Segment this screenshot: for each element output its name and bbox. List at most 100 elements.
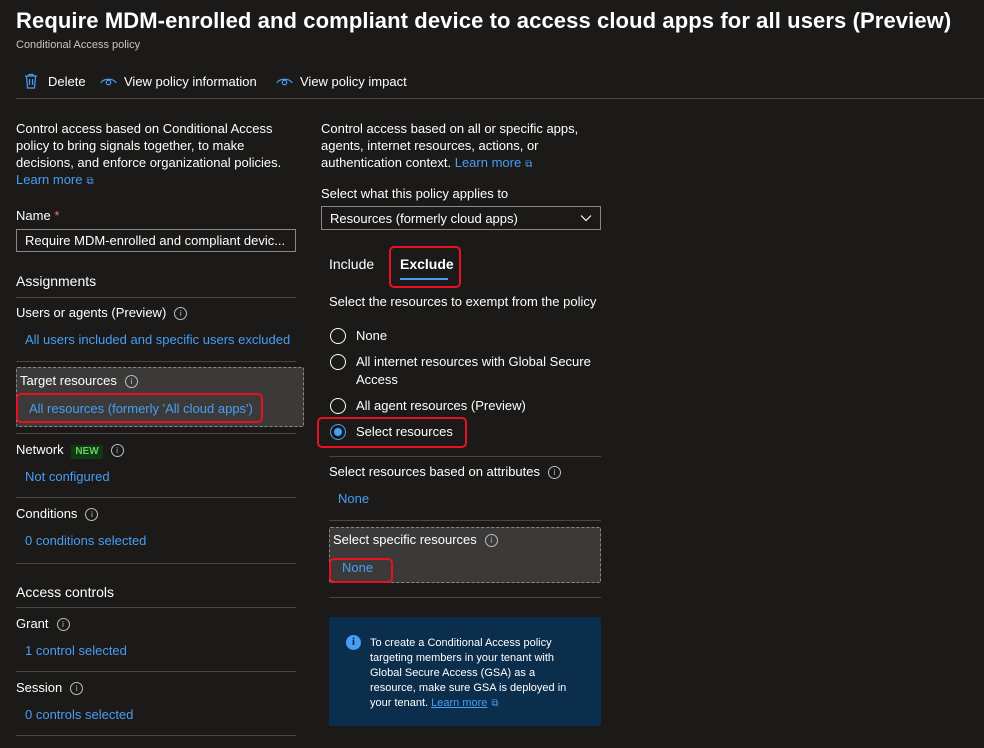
divider (16, 671, 296, 672)
tab-include[interactable]: Include (329, 256, 374, 272)
toolbar-divider (16, 98, 984, 99)
radio-select-label: Select resources (356, 424, 453, 439)
divider (329, 456, 601, 457)
resources-description: Control access based on all or specific … (321, 120, 586, 173)
conditions-label-text: Conditions (16, 506, 78, 521)
applies-to-label: Select what this policy applies to (321, 186, 509, 201)
exempt-label: Select the resources to exempt from the … (329, 294, 597, 309)
network-label-text: Network (16, 442, 64, 457)
info-icon: i (174, 307, 188, 320)
new-badge: NEW (71, 445, 103, 459)
divider (329, 597, 601, 598)
info-icon: i (548, 466, 562, 479)
divider (16, 433, 296, 434)
divider (329, 520, 601, 521)
attributes-label-text: Select resources based on attributes (329, 464, 541, 479)
radio-agent-label: All agent resources (Preview) (356, 398, 526, 413)
tab-exclude[interactable]: Exclude (400, 256, 454, 272)
applies-to-dropdown[interactable]: Resources (formerly cloud apps) (321, 206, 601, 230)
radio-internet-label-line1: All internet resources with Global Secur… (356, 354, 591, 369)
delete-label: Delete (48, 73, 86, 89)
users-section-label: Users or agents (Preview) i (16, 305, 188, 320)
tab-exclude-underline (400, 278, 448, 280)
access-controls-heading: Access controls (16, 584, 115, 600)
target-resources-link[interactable]: All resources (formerly 'All cloud apps'… (29, 401, 253, 416)
external-link-icon: ⧉ (491, 698, 499, 709)
view-policy-information-button[interactable]: View policy information (100, 71, 257, 91)
info-icon: i (56, 618, 70, 631)
specific-resources-label: Select specific resources i (333, 532, 498, 547)
info-line-3: Global Secure Access (GSA) as a (370, 667, 536, 679)
policy-description-text: Control access based on Conditional Acce… (16, 121, 282, 170)
right-learn-more-link[interactable]: Learn more ⧉ (455, 155, 533, 170)
eye-icon (100, 78, 117, 86)
right-learn-more-text: Learn more (454, 155, 522, 170)
left-learn-more-link[interactable]: Learn more ⧉ (16, 171, 94, 190)
page-title: Require MDM-enrolled and compliant devic… (16, 8, 952, 33)
radio-agent-resources[interactable] (330, 398, 346, 414)
info-icon: i (484, 534, 498, 547)
assignments-heading: Assignments (16, 273, 97, 289)
info-icon: i (110, 444, 124, 457)
radio-none[interactable] (330, 328, 346, 344)
view-policy-information-label: View policy information (124, 73, 257, 89)
divider (16, 563, 296, 564)
page-subtitle: Conditional Access policy (16, 39, 141, 51)
conditions-link[interactable]: 0 conditions selected (25, 533, 146, 548)
info-line-4: resource, make sure GSA is deployed in (370, 682, 567, 694)
delete-button[interactable]: Delete (24, 71, 86, 91)
info-icon: i (85, 508, 99, 521)
specific-resources-link[interactable]: None (342, 560, 373, 575)
info-line-5: your tenant. Learn more ⧉ (370, 696, 566, 711)
info-line-1: To create a Conditional Access policy (370, 637, 552, 649)
required-mark: * (54, 208, 60, 223)
applies-to-value: Resources (formerly cloud apps) (330, 210, 518, 226)
session-link[interactable]: 0 controls selected (25, 707, 133, 722)
divider (16, 297, 296, 298)
grant-label: Grant i (16, 616, 70, 631)
attributes-label: Select resources based on attributes i (329, 464, 562, 479)
resources-description-text: Control access based on all or specific … (321, 121, 579, 170)
name-label: Name * (16, 208, 59, 223)
external-link-icon: ⧉ (86, 176, 94, 187)
gsa-info-text: To create a Conditional Access policy ta… (370, 636, 566, 711)
network-label: Network NEW i (16, 442, 124, 459)
chevron-down-icon (580, 215, 592, 222)
eye-icon (276, 78, 293, 86)
users-selection-link[interactable]: All users included and specific users ex… (25, 332, 290, 347)
view-policy-impact-label: View policy impact (300, 73, 407, 89)
info-line-2: targeting members in your tenant with (370, 652, 555, 664)
divider (16, 497, 296, 498)
radio-none-label: None (356, 328, 388, 343)
target-resources-label: Target resources i (20, 373, 138, 388)
grant-label-text: Grant (16, 616, 49, 631)
conditions-label: Conditions i (16, 506, 99, 521)
divider (16, 735, 296, 736)
divider (16, 361, 296, 362)
info-icon: i (124, 375, 138, 388)
info-line-5-text: your tenant. (370, 697, 429, 709)
users-label-text: Users or agents (Preview) (16, 305, 167, 320)
view-policy-impact-button[interactable]: View policy impact (276, 71, 407, 91)
network-link[interactable]: Not configured (25, 469, 110, 484)
external-link-icon: ⧉ (525, 159, 533, 170)
name-field-value: Require MDM-enrolled and compliant devic… (25, 233, 286, 248)
target-label-text: Target resources (20, 373, 117, 388)
info-icon: i (70, 682, 84, 695)
radio-internet-resources[interactable] (330, 354, 346, 370)
policy-description: Control access based on Conditional Acce… (16, 120, 286, 171)
trash-icon (25, 73, 37, 89)
radio-internet-label-line2: Access (356, 372, 398, 387)
name-label-text: Name (16, 208, 51, 223)
name-field[interactable]: Require MDM-enrolled and compliant devic… (16, 229, 296, 252)
divider (16, 607, 296, 608)
left-learn-more-text: Learn more (16, 172, 83, 187)
info-learn-more-text: Learn more (431, 697, 488, 709)
info-circle-icon: i (346, 635, 361, 650)
session-label: Session i (16, 680, 84, 695)
radio-select-resources[interactable] (330, 424, 346, 440)
info-learn-more-link[interactable]: Learn more (431, 697, 487, 709)
grant-link[interactable]: 1 control selected (25, 643, 127, 658)
attributes-link[interactable]: None (338, 491, 369, 506)
session-label-text: Session (16, 680, 63, 695)
